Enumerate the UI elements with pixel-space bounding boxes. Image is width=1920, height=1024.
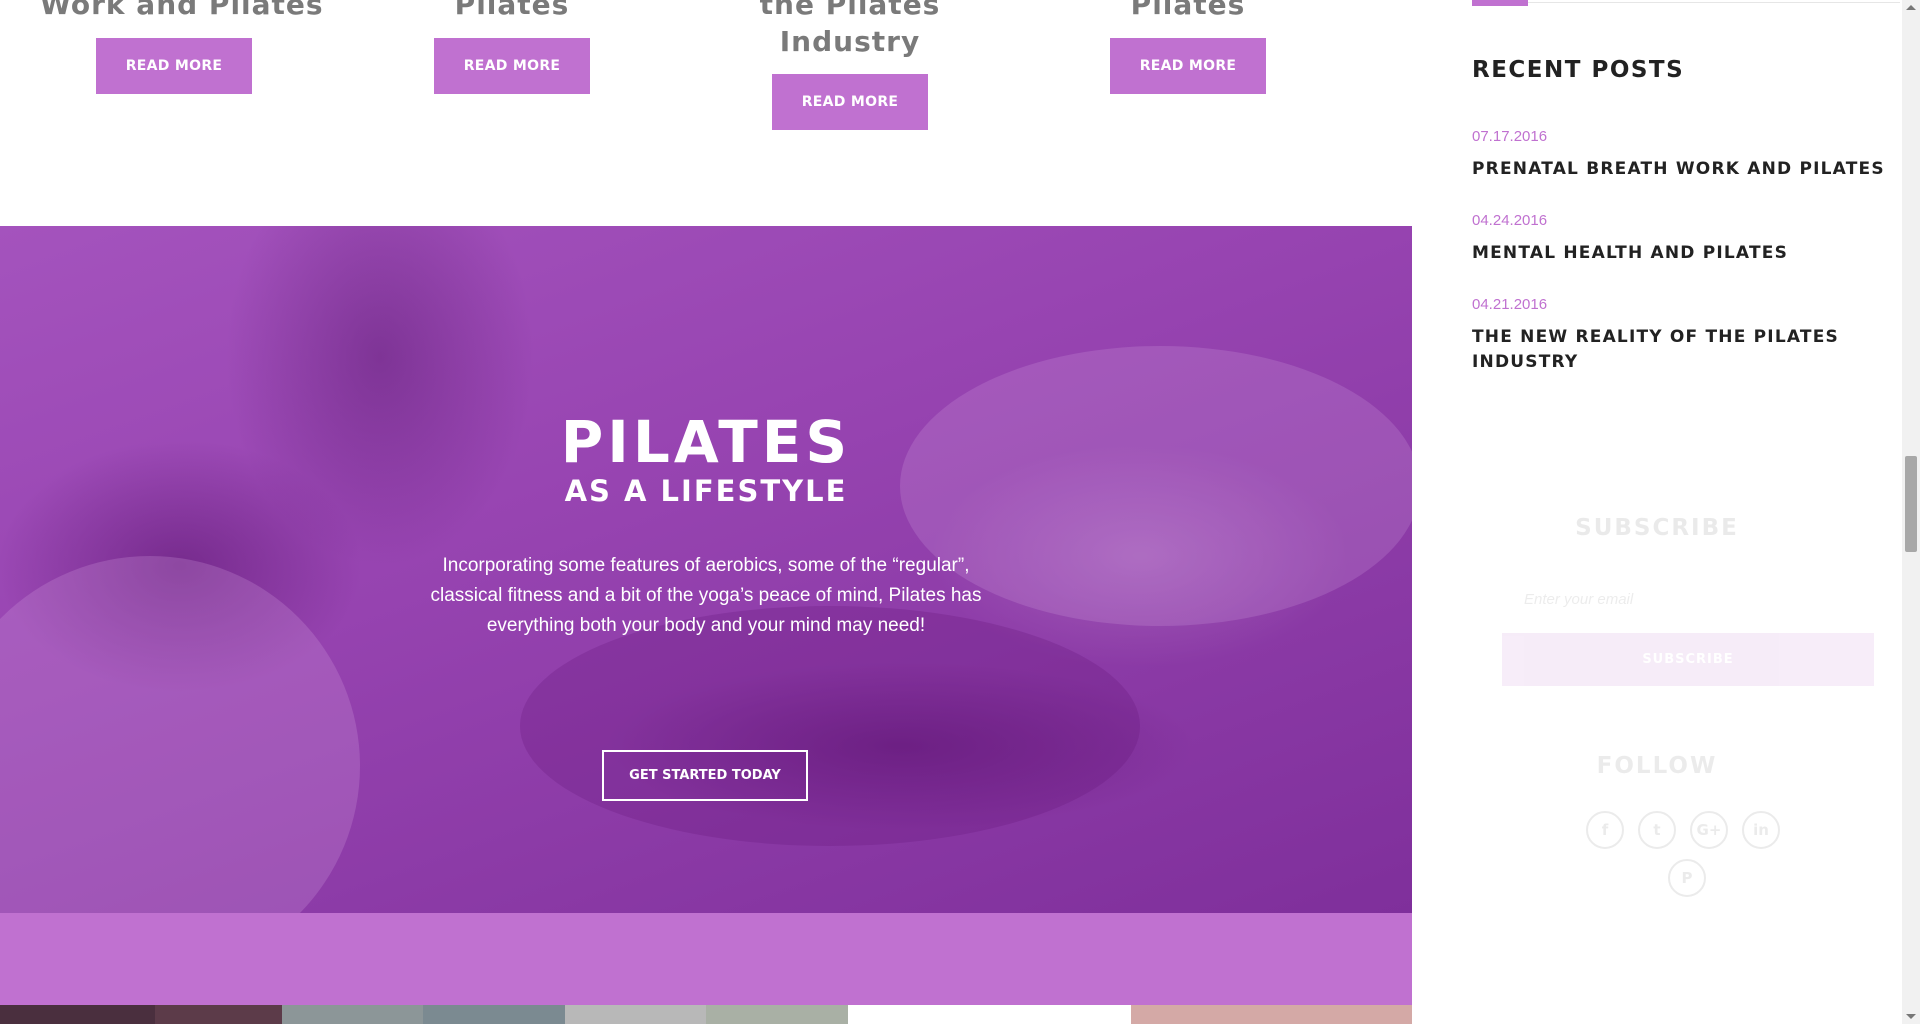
post-title-line: Work and Pilates <box>40 0 324 21</box>
recent-post-date: 07.17.2016 <box>1472 128 1548 145</box>
scrollbar-thumb[interactable] <box>1905 456 1917 552</box>
read-more-button[interactable]: READ MORE <box>1110 38 1266 94</box>
post-title-line: Industry <box>779 25 921 58</box>
recent-posts-heading: RECENT POSTS <box>1472 57 1685 83</box>
recent-post-title[interactable]: THE NEW REALITY OF THE PILATES INDUSTRY <box>1472 325 1892 375</box>
subscribe-button[interactable]: SUBSCRIBE <box>1502 633 1874 686</box>
gallery-thumbnail[interactable] <box>155 1005 282 1024</box>
gallery-thumbnail[interactable] <box>565 1005 706 1024</box>
hero-background-photo <box>0 556 360 913</box>
hero-banner: PILATES AS A LIFESTYLE Incorporating som… <box>0 226 1412 913</box>
recent-post-date: 04.21.2016 <box>1472 296 1548 313</box>
read-more-button[interactable]: READ MORE <box>434 38 590 94</box>
gallery-thumbnail[interactable] <box>1131 1005 1412 1024</box>
hero-subtitle: AS A LIFESTYLE <box>564 474 848 508</box>
scroll-down-icon[interactable] <box>1906 1014 1916 1019</box>
post-title[interactable]: Work and Pilates <box>40 0 323 23</box>
post-card-4: Pilates READ MORE <box>1054 0 1322 94</box>
hero-background-photo <box>520 606 1140 846</box>
facebook-icon[interactable]: f <box>1586 811 1624 849</box>
post-card-1: Work and Pilates READ MORE <box>40 0 323 94</box>
gallery-thumbnail[interactable] <box>282 1005 423 1024</box>
main-content: Work and Pilates READ MORE Pilates READ … <box>0 0 1412 1024</box>
divider <box>1528 2 1900 3</box>
sidebar: RECENT POSTS 07.17.2016 PRENATAL BREATH … <box>1412 0 1906 1024</box>
get-started-button[interactable]: GET STARTED TODAY <box>602 750 808 801</box>
heading-accent-bar <box>1472 0 1528 6</box>
read-more-button[interactable]: READ MORE <box>96 38 252 94</box>
recent-post-date: 04.24.2016 <box>1472 212 1548 229</box>
post-title[interactable]: Pilates <box>1054 0 1322 23</box>
scrollbar[interactable] <box>1902 0 1920 1024</box>
pinterest-icon[interactable]: P <box>1668 859 1706 897</box>
subscribe-heading: SUBSCRIBE <box>1575 515 1739 541</box>
hero-title: PILATES <box>560 408 852 476</box>
scroll-up-icon[interactable] <box>1906 5 1916 10</box>
post-title-line: the Pilates <box>759 0 941 21</box>
gallery-thumbnail[interactable] <box>848 1005 1131 1024</box>
recent-post-title[interactable]: MENTAL HEALTH AND PILATES <box>1472 241 1892 266</box>
gallery-thumbnail[interactable] <box>423 1005 565 1024</box>
hero-description: Incorporating some features of aerobics,… <box>430 555 982 636</box>
post-title-line: Pilates <box>1130 0 1246 21</box>
follow-heading: FOLLOW <box>1596 753 1718 779</box>
post-title[interactable]: the Pilates Industry <box>716 0 984 60</box>
post-title-line: Pilates <box>454 0 570 21</box>
google-plus-icon[interactable]: G+ <box>1690 811 1728 849</box>
instagram-gallery <box>0 1005 1412 1024</box>
email-field[interactable] <box>1522 582 1906 616</box>
gallery-thumbnail[interactable] <box>0 1005 155 1024</box>
post-title[interactable]: Pilates <box>378 0 646 23</box>
linkedin-icon[interactable]: in <box>1742 811 1780 849</box>
recent-post-title[interactable]: PRENATAL BREATH WORK AND PILATES <box>1472 157 1892 182</box>
post-card-2: Pilates READ MORE <box>378 0 646 94</box>
read-more-button[interactable]: READ MORE <box>772 74 928 130</box>
post-card-3: the Pilates Industry READ MORE <box>716 0 984 130</box>
twitter-icon[interactable]: t <box>1638 811 1676 849</box>
gallery-thumbnail[interactable] <box>706 1005 848 1024</box>
purple-band <box>0 913 1412 1005</box>
